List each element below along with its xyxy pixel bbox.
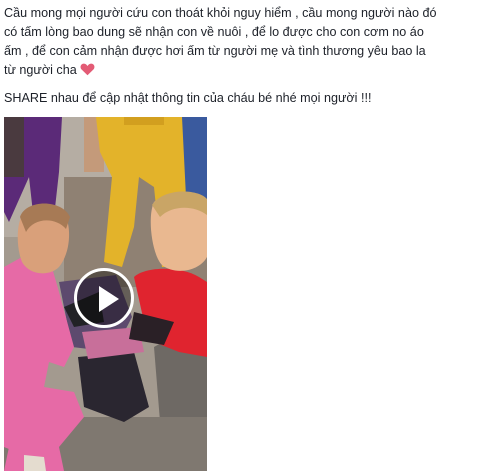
post-text-line-3: ấm , để con cảm nhận được hơi ấm từ ngườ…	[4, 44, 426, 58]
post-text-line-1: Cầu mong mọi người cứu con thoát khỏi ng…	[4, 6, 437, 20]
video-player[interactable]	[4, 117, 207, 471]
play-icon	[99, 286, 119, 312]
post-body: Cầu mong mọi người cứu con thoát khỏi ng…	[4, 4, 488, 108]
post-text-line-4-wrap: từ người cha	[4, 61, 488, 82]
post-text-line-4: từ người cha	[4, 63, 77, 77]
post-text-line-2: có tấm lòng bao dung sẽ nhận con về nuôi…	[4, 25, 424, 39]
share-call-to-action: SHARE nhau để cập nhật thông tin của chá…	[4, 91, 372, 105]
heart-icon	[80, 63, 95, 82]
play-button[interactable]	[74, 268, 134, 328]
